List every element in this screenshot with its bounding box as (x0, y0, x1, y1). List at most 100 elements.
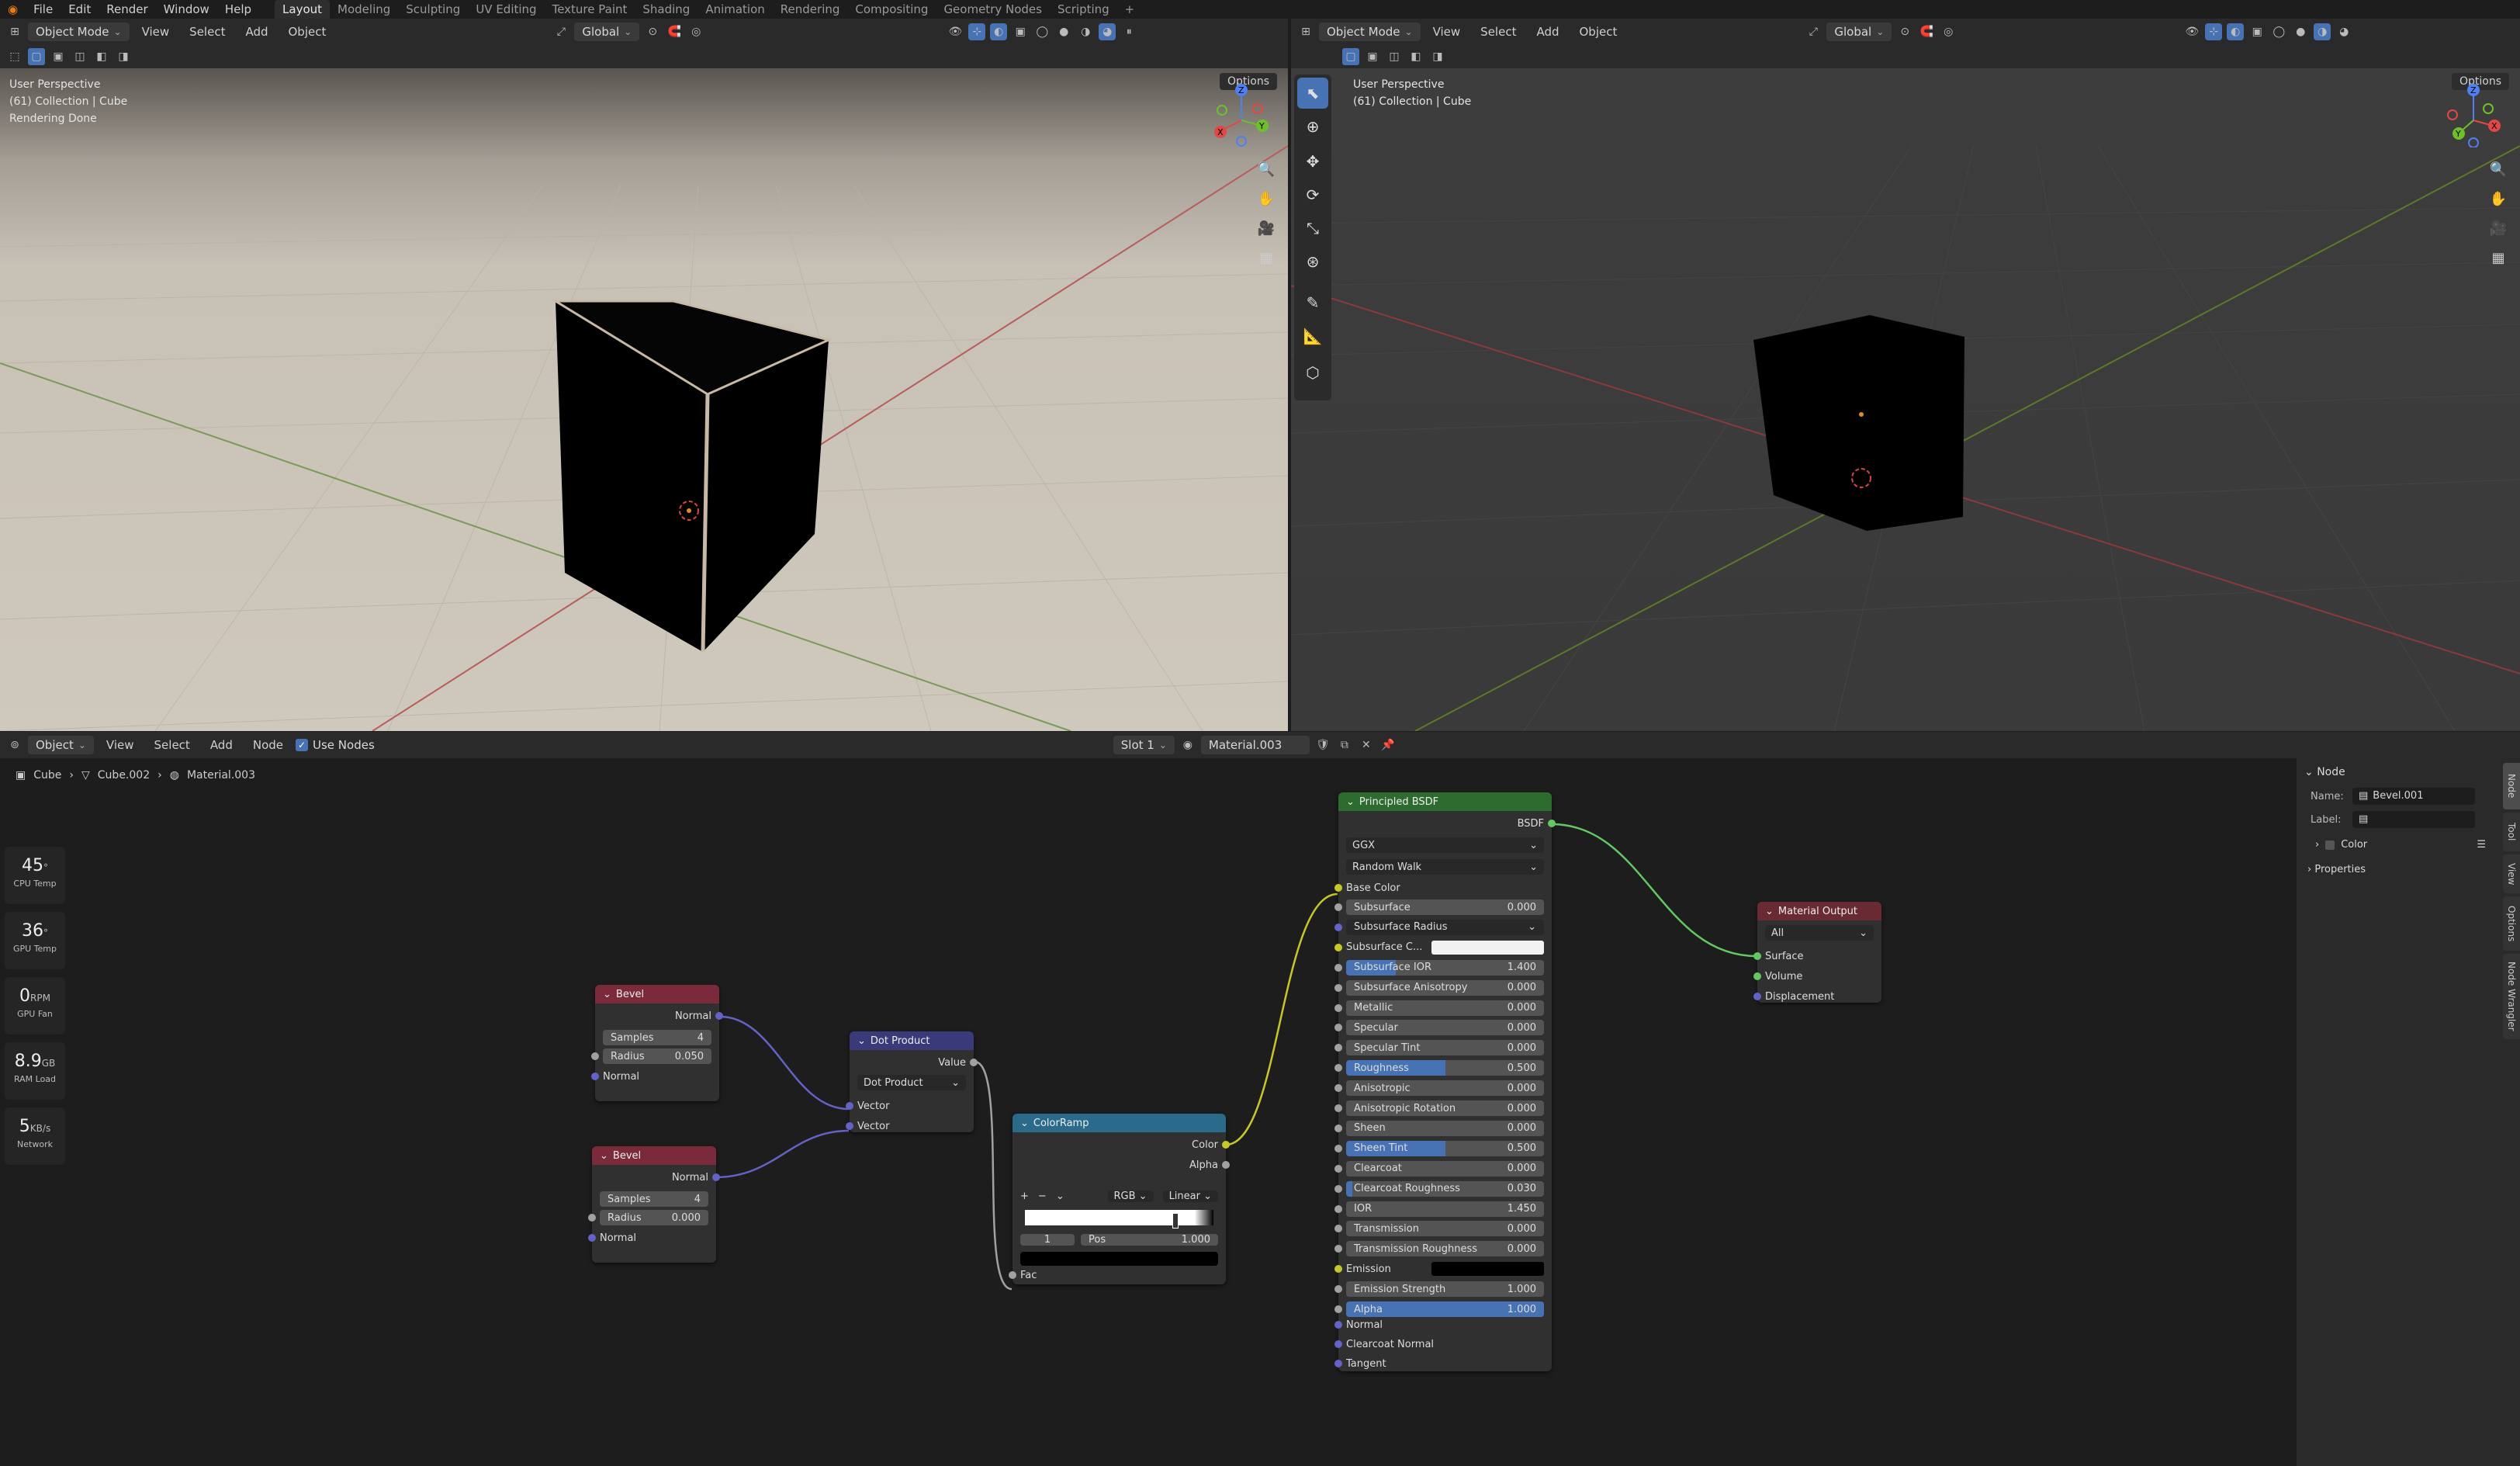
bsdf-field-3[interactable]: Subsurface IOR 1.400 (1346, 959, 1544, 976)
colorramp-header[interactable]: ⌄ ColorRamp (1012, 1114, 1226, 1132)
right-snap-icon[interactable]: 🧲 (1918, 23, 1935, 40)
ramp-in-fac-socket[interactable] (1009, 1271, 1016, 1279)
bsdf-field-5[interactable]: Metallic 0.000 (1346, 1000, 1544, 1016)
bsdf-field-11[interactable]: Sheen 0.000 (1346, 1120, 1544, 1136)
bsdf-field-socket[interactable] (1334, 1104, 1342, 1112)
bsdf-field-7[interactable]: Specular Tint 0.000 (1346, 1040, 1544, 1056)
bsdf-field-2[interactable]: Subsurface C... (1346, 940, 1544, 955)
right-menu-add[interactable]: Add (1528, 25, 1566, 39)
bevel1-out-normal-socket[interactable] (715, 1012, 723, 1020)
bsdf-field-socket[interactable] (1334, 1144, 1342, 1152)
output-target-dropdown[interactable]: All ⌄ (1765, 925, 1874, 941)
material-output-node[interactable]: ⌄ Material Output All ⌄ Surface Volume Dis… (1753, 902, 1881, 1003)
ramp-stop-handle[interactable] (1172, 1213, 1179, 1229)
right-camera-icon[interactable]: 🎥 (2484, 214, 2512, 242)
right-zoom-icon[interactable]: 🔍 (2484, 155, 2512, 183)
visibility-icon[interactable]: 👁 (947, 23, 964, 40)
dot-in-vector-2-socket[interactable] (846, 1122, 853, 1130)
node-menu-select[interactable]: Select (147, 738, 198, 752)
bevel1-radius-socket[interactable] (591, 1052, 599, 1060)
bsdf-in-normal-socket[interactable] (1334, 1321, 1342, 1329)
left-zoom-icon[interactable]: 🔍 (1252, 155, 1280, 183)
xray-icon[interactable]: ▣ (1012, 23, 1029, 40)
bsdf-field-19[interactable]: Emission Strength 1.000 (1346, 1281, 1544, 1298)
bevel2-radius-field[interactable]: Radius 0.000 (600, 1210, 708, 1225)
move-tool-icon[interactable]: ✥ (1297, 146, 1328, 177)
collapse-chevron-icon[interactable]: ⌄ (603, 989, 611, 1000)
bevel1-radius-field[interactable]: Radius 0.050 (603, 1048, 711, 1064)
right-rendered-shading-icon[interactable]: ◕ (2335, 23, 2352, 40)
workspace-tab-uv-editing[interactable]: UV Editing (468, 0, 544, 19)
right-overlay-toggle-icon[interactable]: ◐ (2227, 23, 2245, 40)
left-orientation-dropdown[interactable]: Global (574, 23, 640, 41)
ramp-add-stop-button[interactable]: + (1020, 1190, 1029, 1202)
sidebar-tab-tool[interactable]: Tool (2503, 813, 2520, 851)
bsdf-field-1[interactable]: Subsurface Radius ⌄ (1346, 919, 1544, 935)
select-intersect-icon[interactable]: ◨ (115, 48, 132, 65)
material-shading-icon[interactable]: ◑ (1077, 23, 1094, 40)
bevel1-samples-field[interactable]: Samples 4 (603, 1030, 711, 1045)
node-editor-canvas[interactable]: ▣ Cube › ▽ Cube.002 › ◍ Material.003 45° CPU… (0, 758, 2292, 1466)
left-menu-object[interactable]: Object (281, 25, 334, 39)
ramp-stop-color-swatch[interactable] (1020, 1252, 1218, 1266)
node-menu-view[interactable]: View (99, 738, 142, 752)
workspace-tab-modeling[interactable]: Modeling (330, 0, 398, 19)
bsdf-field-12[interactable]: Sheen Tint 0.500 (1346, 1140, 1544, 1156)
color-subpanel[interactable]: › Color ☰ (2315, 839, 2486, 851)
node-name-field[interactable]: ▤ Bevel.001 (2352, 788, 2475, 805)
ramp-position-field[interactable]: Pos 1.000 (1081, 1233, 1218, 1246)
right-menu-select[interactable]: Select (1473, 25, 1524, 39)
add-workspace-button[interactable]: + (1117, 0, 1143, 19)
slot-dropdown[interactable]: Slot 1 (1113, 736, 1175, 754)
right-select-subtract-icon[interactable]: ◫ (1386, 48, 1403, 65)
fake-user-icon[interactable]: 🛡 (1314, 736, 1331, 754)
dot-operation-dropdown[interactable]: Dot Product ⌄ (857, 1075, 966, 1090)
bsdf-field-socket[interactable] (1334, 1204, 1342, 1213)
pause-render-icon[interactable]: ⏸ (1120, 23, 1137, 40)
bsdf-field-4[interactable]: Subsurface Anisotropy 0.000 (1346, 979, 1544, 996)
material-name-field[interactable]: Material.003 (1200, 736, 1310, 754)
node-panel-section[interactable]: ⌄ Node (2304, 766, 2491, 778)
bsdf-field-0[interactable]: Subsurface 0.000 (1346, 899, 1544, 915)
bsdf-field-13[interactable]: Clearcoat 0.000 (1346, 1160, 1544, 1177)
scale-tool-icon[interactable]: ⤡ (1297, 213, 1328, 244)
color-checkbox[interactable] (2325, 840, 2335, 850)
snap-icon[interactable]: 🧲 (666, 23, 683, 40)
right-proportional-edit-icon[interactable]: ◎ (1940, 23, 1957, 40)
menu-render[interactable]: Render (99, 0, 155, 19)
bevel2-out-normal-socket[interactable] (712, 1173, 720, 1181)
cursor-tool-icon[interactable]: ⊕ (1297, 111, 1328, 142)
bsdf-field-socket[interactable] (1334, 1225, 1342, 1233)
bsdf-field-socket[interactable] (1334, 903, 1342, 911)
blender-logo-icon[interactable]: ◉ (0, 0, 26, 19)
properties-subpanel[interactable]: › Properties (2307, 864, 2366, 875)
bsdf-color-swatch[interactable] (1431, 940, 1544, 955)
bsdf-field-14[interactable]: Clearcoat Roughness 0.030 (1346, 1180, 1544, 1197)
editor-type-icon[interactable]: ⊞ (6, 23, 23, 40)
select-subtract-icon[interactable]: ◫ (71, 48, 88, 65)
right-menu-view[interactable]: View (1425, 25, 1469, 39)
ramp-gradient-bar[interactable] (1025, 1210, 1213, 1225)
bsdf-field-socket[interactable] (1334, 943, 1342, 951)
collapse-chevron-icon-6[interactable]: ⌄ (1765, 906, 1774, 917)
bsdf-field-socket[interactable] (1334, 923, 1342, 931)
ramp-stop-index-field[interactable]: 1 (1020, 1233, 1075, 1246)
ramp-color-mode-dropdown[interactable]: RGB ⌄ (1107, 1190, 1154, 1202)
left-pan-hand-icon[interactable]: ✋ (1252, 185, 1280, 213)
select-box-mode-icon[interactable]: ▢ (28, 48, 45, 65)
sidebar-tab-node[interactable]: Node (2503, 763, 2520, 809)
bsdf-field-9[interactable]: Anisotropic 0.000 (1346, 1080, 1544, 1097)
bsdf-field-8[interactable]: Roughness 0.500 (1346, 1060, 1544, 1076)
sidebar-tab-node-wrangler[interactable]: Node Wrangler (2503, 954, 2520, 1039)
rotate-tool-icon[interactable]: ⟳ (1297, 179, 1328, 210)
workspace-tab-compositing[interactable]: Compositing (847, 0, 936, 19)
ramp-menu-chevron-icon[interactable]: ⌄ (1056, 1190, 1064, 1202)
bsdf-color-swatch[interactable] (1431, 1262, 1544, 1277)
bsdf-sss-method-dropdown[interactable]: Random Walk ⌄ (1346, 859, 1544, 875)
left-menu-add[interactable]: Add (237, 25, 275, 39)
right-gizmo-toggle-icon[interactable]: ⊹ (2205, 23, 2223, 40)
menu-help[interactable]: Help (217, 0, 259, 19)
bsdf-distribution-dropdown[interactable]: GGX ⌄ (1346, 837, 1544, 853)
right-xray-icon[interactable]: ▣ (2248, 23, 2266, 40)
measure-tool-icon[interactable]: 📐 (1297, 321, 1328, 352)
